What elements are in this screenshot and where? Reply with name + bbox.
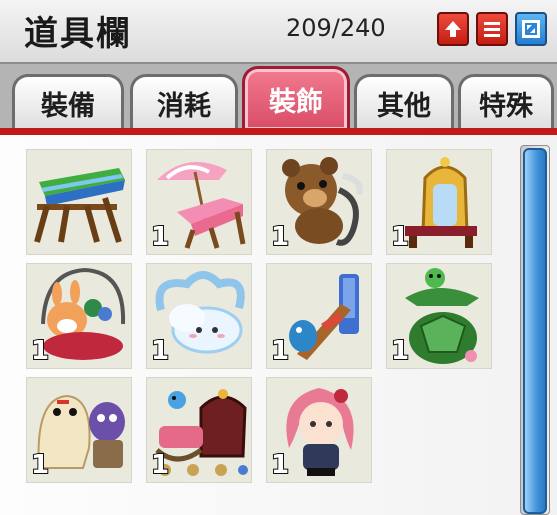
item-slot[interactable]	[26, 149, 132, 255]
tab-etc[interactable]: 其他	[354, 74, 454, 130]
tab-label: 裝飾	[269, 87, 323, 118]
scrollbar-thumb[interactable]	[523, 148, 547, 514]
tab-consume[interactable]: 消耗	[130, 74, 238, 130]
tab-label: 消耗	[157, 91, 211, 122]
tab-underline	[0, 128, 557, 135]
item-quantity: 1	[270, 221, 290, 253]
item-slot[interactable]: 1	[266, 377, 372, 483]
expand-button[interactable]	[515, 12, 547, 46]
tab-equip[interactable]: 裝備	[12, 74, 124, 130]
item-panel: 1 1 1 1 1 1 1 1 1 1	[0, 135, 557, 515]
tab-setup[interactable]: 裝飾	[242, 66, 350, 130]
list-icon	[484, 22, 500, 37]
item-quantity: 1	[390, 221, 410, 253]
scrollbar[interactable]	[520, 145, 550, 515]
item-slot[interactable]: 1	[386, 263, 492, 369]
inventory-count: 209/240	[286, 14, 386, 42]
list-button[interactable]	[476, 12, 508, 46]
item-slot[interactable]: 1	[146, 149, 252, 255]
item-slot[interactable]: 1	[146, 263, 252, 369]
item-quantity: 1	[390, 335, 410, 367]
item-quantity: 1	[30, 449, 50, 481]
window-title: 道具欄	[24, 14, 132, 54]
item-quantity: 1	[30, 335, 50, 367]
tab-special[interactable]: 特殊	[458, 74, 554, 130]
title-bar: 道具欄 209/240	[0, 0, 557, 64]
item-slot[interactable]: 1	[266, 263, 372, 369]
pin-button[interactable]	[437, 12, 469, 46]
item-slot[interactable]: 1	[266, 149, 372, 255]
tab-bar: 裝備 消耗 裝飾 其他 特殊	[0, 64, 557, 130]
expand-icon	[522, 20, 540, 38]
item-quantity: 1	[150, 449, 170, 481]
item-slot[interactable]: 1	[26, 377, 132, 483]
item-quantity: 1	[270, 335, 290, 367]
item-quantity: 1	[270, 449, 290, 481]
tab-label: 裝備	[41, 91, 95, 122]
item-quantity: 1	[150, 221, 170, 253]
item-slot[interactable]: 1	[146, 377, 252, 483]
tab-label: 特殊	[479, 91, 533, 122]
item-slot[interactable]: 1	[26, 263, 132, 369]
tab-label: 其他	[377, 91, 431, 122]
item-quantity: 1	[150, 335, 170, 367]
item-slot[interactable]: 1	[386, 149, 492, 255]
pin-icon	[445, 21, 461, 37]
striped-beach-chair-icon	[34, 168, 125, 243]
